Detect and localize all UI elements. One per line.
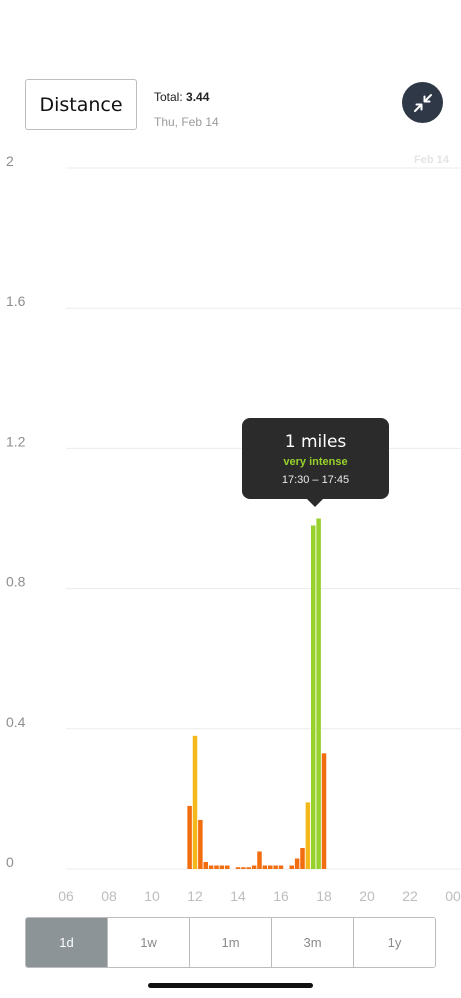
x-tick-label: 16 [273,888,289,904]
chart-bar [294,858,300,869]
total-summary: Total: 3.44 [154,90,209,104]
bar-tooltip: 1 miles very intense 17:30 – 17:45 [242,418,389,507]
metric-selector-button[interactable]: Distance [25,79,137,130]
chart-bar [246,867,251,869]
x-tick-label: 06 [58,888,74,904]
collapse-button[interactable] [402,82,443,123]
home-indicator [148,983,313,988]
chart-bar [262,865,268,869]
chart-bar [316,518,321,869]
chart-bar [257,851,262,869]
chart-bar [321,753,327,869]
tooltip-value: 1 miles [284,432,347,452]
y-tick-label: 1.2 [6,433,26,449]
x-tick-label: 12 [187,888,203,904]
date-marker-label: Feb 14 [414,154,450,166]
total-label: Total: [154,90,187,104]
metric-label: Distance [39,93,123,116]
chart-bar [300,847,305,869]
chart-bar [219,865,225,869]
chart-bar [187,805,192,869]
x-tick-label: 00 [445,888,461,904]
range-tabs: 1d 1w 1m 3m 1y [25,917,436,968]
distance-chart[interactable]: 2 1.6 1.2 0.8 0.4 0 Feb 14 06 08 10 12 14 16 18 20 22 00 [0,140,461,910]
chart-bar [241,867,246,869]
x-tick-label: 20 [359,888,375,904]
chart-bar [235,867,241,869]
chart-bar [225,865,230,869]
x-tick-label: 08 [101,888,117,904]
chart-bar [278,865,284,869]
chart-bar [214,865,219,869]
y-tick-label: 0.8 [6,574,26,590]
range-tab-1d[interactable]: 1d [26,918,107,967]
chart-bar [305,802,311,869]
x-tick-label: 10 [144,888,160,904]
x-tick-label: 14 [230,888,246,904]
total-value: 3.44 [186,90,210,104]
y-tick-label: 0 [6,854,14,870]
chart-bar [208,865,214,869]
chart-bar [203,861,208,869]
chart-bar [311,525,316,869]
y-tick-label: 2 [6,153,14,169]
chart-bar [192,735,198,869]
x-tick-label: 18 [316,888,332,904]
chart-bar [251,865,257,869]
range-tab-1w[interactable]: 1w [107,918,189,967]
chart-bar [198,819,203,869]
chart-bar [289,865,294,869]
range-tab-3m[interactable]: 3m [271,918,353,967]
tooltip-time: 17:30 – 17:45 [281,474,350,486]
selected-date: Thu, Feb 14 [154,115,219,129]
chart-bar [273,865,278,869]
range-tab-1m[interactable]: 1m [189,918,271,967]
x-tick-label: 22 [402,888,418,904]
y-tick-label: 0.4 [6,714,26,730]
tooltip-zone: very intense [283,456,348,468]
y-tick-label: 1.6 [6,293,26,309]
chart-bar [268,865,273,869]
range-tab-1y[interactable]: 1y [353,918,435,967]
collapse-arrows-icon [413,93,432,112]
